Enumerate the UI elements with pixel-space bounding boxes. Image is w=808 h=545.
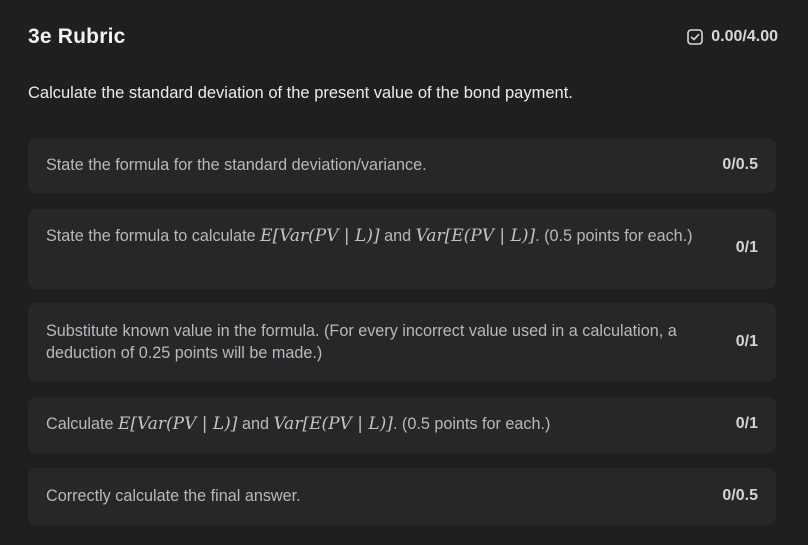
rubric-item-text: Correctly calculate the final answer. — [46, 485, 716, 507]
rubric-item-text: Calculate E[Var(PV | L)] and Var[E(PV | … — [46, 413, 716, 435]
math-expression: E[Var(PV | L)] — [260, 226, 380, 246]
math-expression: E[Var(PV | L)] — [117, 414, 238, 434]
rubric-item-points: 0/0.5 — [722, 156, 758, 173]
rubric-item-text-part: Substitute known value in the formula. (… — [46, 322, 677, 362]
rubric-header: 3e Rubric 0.00/4.00 — [28, 22, 778, 52]
question-text: Calculate the standard deviation of the … — [28, 84, 573, 102]
rubric-item: Calculate E[Var(PV | L)] and Var[E(PV | … — [28, 397, 776, 453]
rubric-item-points: 0/1 — [735, 333, 758, 350]
rubric-item-text-part: . (0.5 points for each.) — [392, 415, 551, 433]
math-expression: Var[E(PV | L)] — [415, 226, 536, 246]
rubric-title: 3e Rubric — [28, 25, 126, 48]
rubric-item-points: 0/0.5 — [722, 487, 758, 504]
rubric-item: Correctly calculate the final answer. 0/… — [28, 468, 776, 525]
rubric-item-text: State the formula for the standard devia… — [46, 154, 716, 176]
rubric-item-text: State the formula to calculate E[Var(PV … — [46, 225, 716, 247]
rubric-item-text-part: . (0.5 points for each.) — [535, 227, 693, 245]
rubric-item-text: Substitute known value in the formula. (… — [46, 320, 716, 364]
rubric-item: Substitute known value in the formula. (… — [28, 303, 776, 382]
rubric-item-points: 0/1 — [735, 415, 758, 432]
rubric-item: State the formula for the standard devia… — [28, 138, 776, 193]
rubric-item-text-part: State the formula for the standard devia… — [46, 156, 427, 174]
rubric-item-text-part: Calculate — [46, 415, 118, 433]
score-value: 0.00/4.00 — [711, 28, 778, 45]
rubric-item-text-part: and — [237, 415, 274, 433]
rubric-item-text-part: and — [379, 227, 416, 245]
checkbox-check-icon — [687, 29, 704, 45]
rubric-item-points: 0/1 — [735, 239, 758, 256]
rubric-item-text-part: State the formula to calculate — [46, 227, 261, 245]
rubric-score: 0.00/4.00 — [687, 28, 778, 46]
rubric-item-text-part: Correctly calculate the final answer. — [46, 487, 301, 505]
rubric-panel: 3e Rubric 0.00/4.00 Calculate the standa… — [0, 0, 808, 545]
math-expression: Var[E(PV | L)] — [273, 414, 393, 434]
rubric-item: State the formula to calculate E[Var(PV … — [28, 209, 776, 289]
